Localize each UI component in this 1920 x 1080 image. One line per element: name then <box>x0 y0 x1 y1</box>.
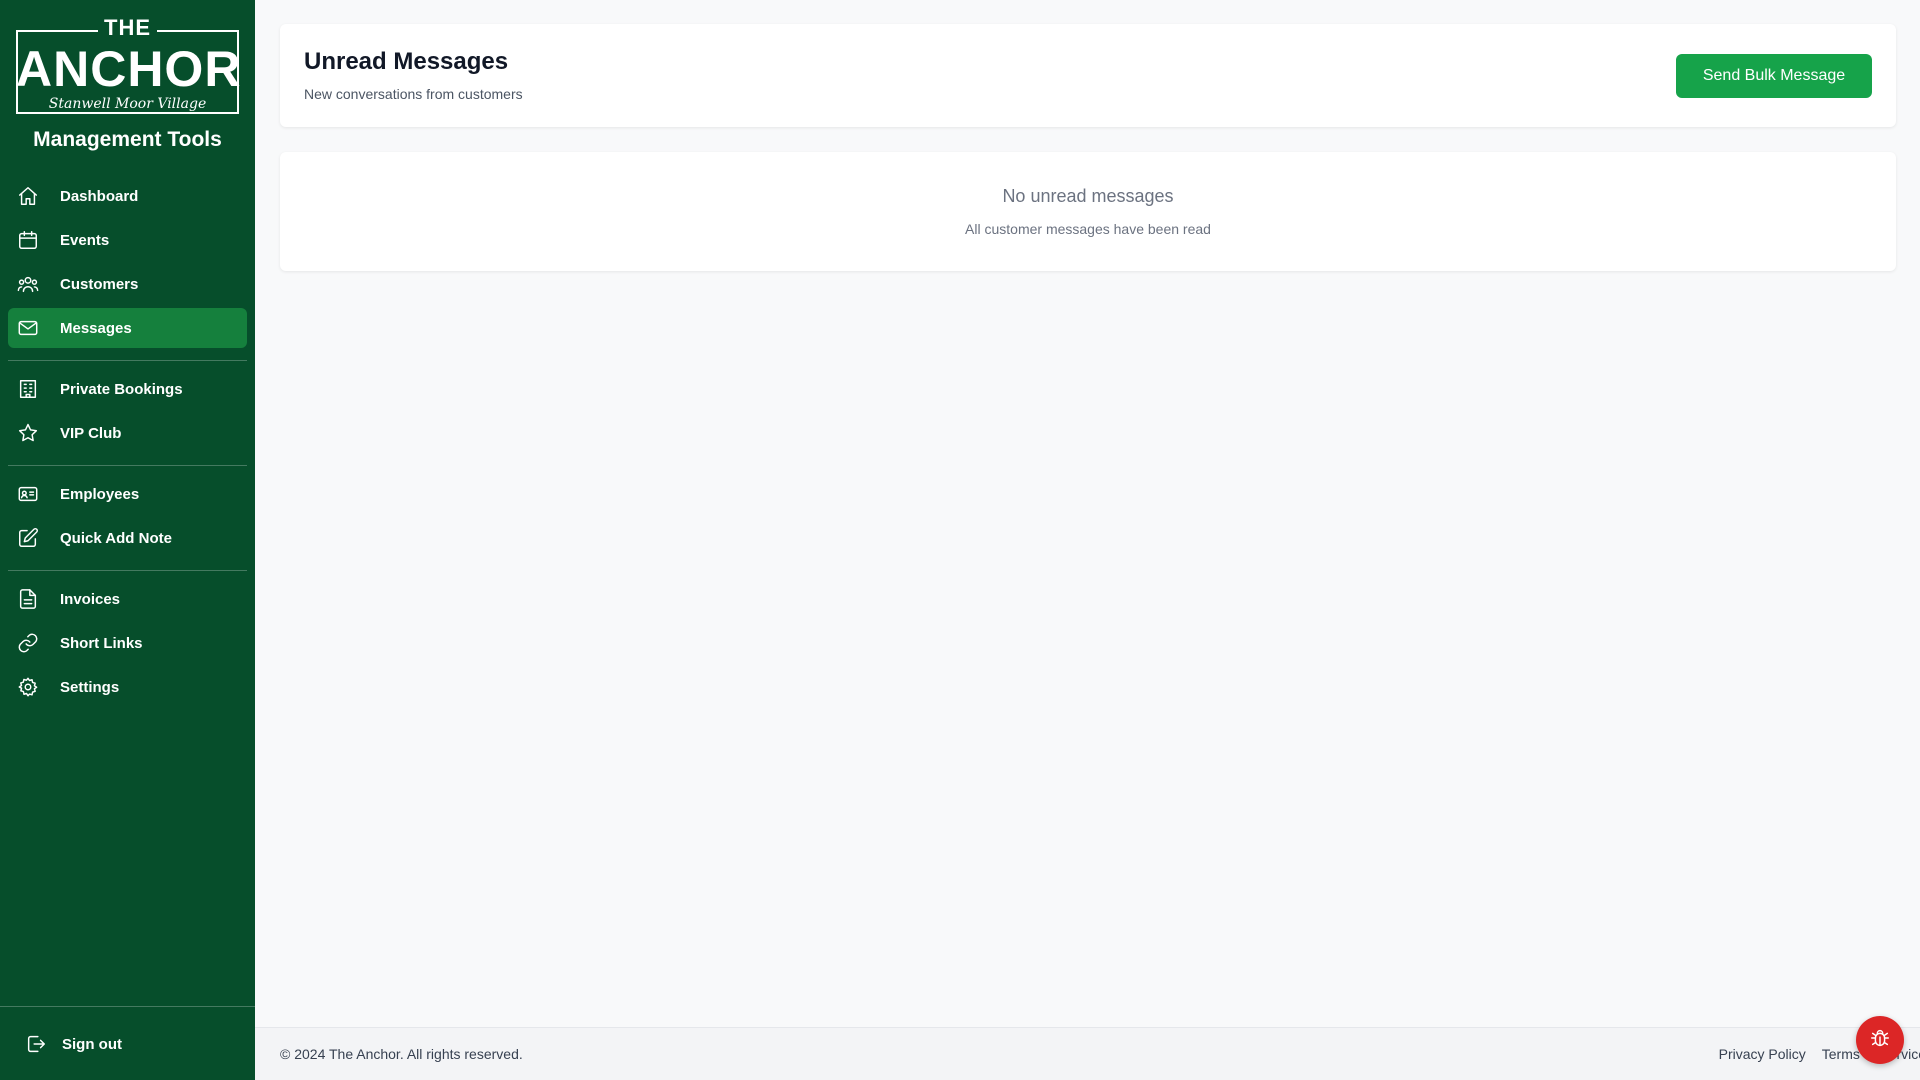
sidebar-item-label: Dashboard <box>60 187 139 205</box>
sidebar-divider <box>8 360 247 361</box>
sidebar-item-label: Messages <box>60 319 132 337</box>
sidebar-item-dashboard[interactable]: Dashboard <box>8 176 247 216</box>
sidebar-item-label: Quick Add Note <box>60 529 172 547</box>
sidebar-item-messages[interactable]: Messages <box>8 308 247 348</box>
sidebar-item-events[interactable]: Events <box>8 220 247 260</box>
link-icon <box>16 631 40 655</box>
empty-state-card: No unread messages All customer messages… <box>280 152 1896 271</box>
logo-anchor-text: ANCHOR <box>16 41 242 97</box>
sidebar-item-quick-add-note[interactable]: Quick Add Note <box>8 518 247 558</box>
sidebar-item-label: Short Links <box>60 634 143 652</box>
sidebar-item-label: Events <box>60 231 110 249</box>
sidebar-item-label: Settings <box>60 678 120 696</box>
copyright-text: © 2024 The Anchor. All rights reserved. <box>280 1046 523 1062</box>
sidebar-item-label: Invoices <box>60 590 121 608</box>
sidebar-item-employees[interactable]: Employees <box>8 474 247 514</box>
sidebar-footer-divider <box>0 1006 255 1007</box>
page-footer: © 2024 The Anchor. All rights reserved. … <box>255 1027 1920 1080</box>
sidebar-item-short-links[interactable]: Short Links <box>8 623 247 663</box>
bug-report-button[interactable] <box>1856 1016 1904 1064</box>
sidebar-item-label: Employees <box>60 485 140 503</box>
sidebar-item-label: Customers <box>60 275 139 293</box>
sidebar-divider <box>8 465 247 466</box>
sidebar-item-settings[interactable]: Settings <box>8 667 247 707</box>
sidebar-item-private-bookings[interactable]: Private Bookings <box>8 369 247 409</box>
page-header-card: Unread Messages New conversations from c… <box>280 24 1896 127</box>
logo-tagline: Stanwell Moor Village <box>44 96 211 112</box>
the-anchor-logo: THE ANCHOR Stanwell Moor Village <box>16 15 242 114</box>
sidebar: THE ANCHOR Stanwell Moor Village Managem… <box>0 0 255 1080</box>
envelope-icon <box>16 316 40 340</box>
sign-out-icon <box>24 1032 48 1056</box>
empty-state-subtitle: All customer messages have been read <box>965 221 1211 237</box>
users-icon <box>16 272 40 296</box>
sign-out-button[interactable]: Sign out <box>24 1024 122 1064</box>
page-title: Unread Messages <box>304 48 509 75</box>
star-icon <box>16 421 40 445</box>
sidebar-item-vip-club[interactable]: VIP Club <box>8 413 247 453</box>
privacy-policy-link[interactable]: Privacy Policy <box>1719 1046 1806 1062</box>
send-bulk-message-button[interactable]: Send Bulk Message <box>1676 54 1872 98</box>
building-icon <box>16 377 40 401</box>
gear-icon <box>16 675 40 699</box>
sidebar-title: Management Tools <box>33 128 222 151</box>
sidebar-item-customers[interactable]: Customers <box>8 264 247 304</box>
sign-out-label: Sign out <box>62 1035 122 1053</box>
id-card-icon <box>16 482 40 506</box>
calendar-icon <box>16 228 40 252</box>
sidebar-item-label: Private Bookings <box>60 380 183 398</box>
home-icon <box>16 184 40 208</box>
page-subtitle: New conversations from customers <box>304 86 523 102</box>
logo-the-text: THE <box>98 15 157 40</box>
sidebar-item-label: VIP Club <box>60 424 122 442</box>
empty-state-title: No unread messages <box>1002 186 1174 206</box>
pencil-square-icon <box>16 526 40 550</box>
document-icon <box>16 587 40 611</box>
bug-icon <box>1869 1027 1891 1054</box>
sidebar-item-invoices[interactable]: Invoices <box>8 579 247 619</box>
sidebar-divider <box>8 570 247 571</box>
